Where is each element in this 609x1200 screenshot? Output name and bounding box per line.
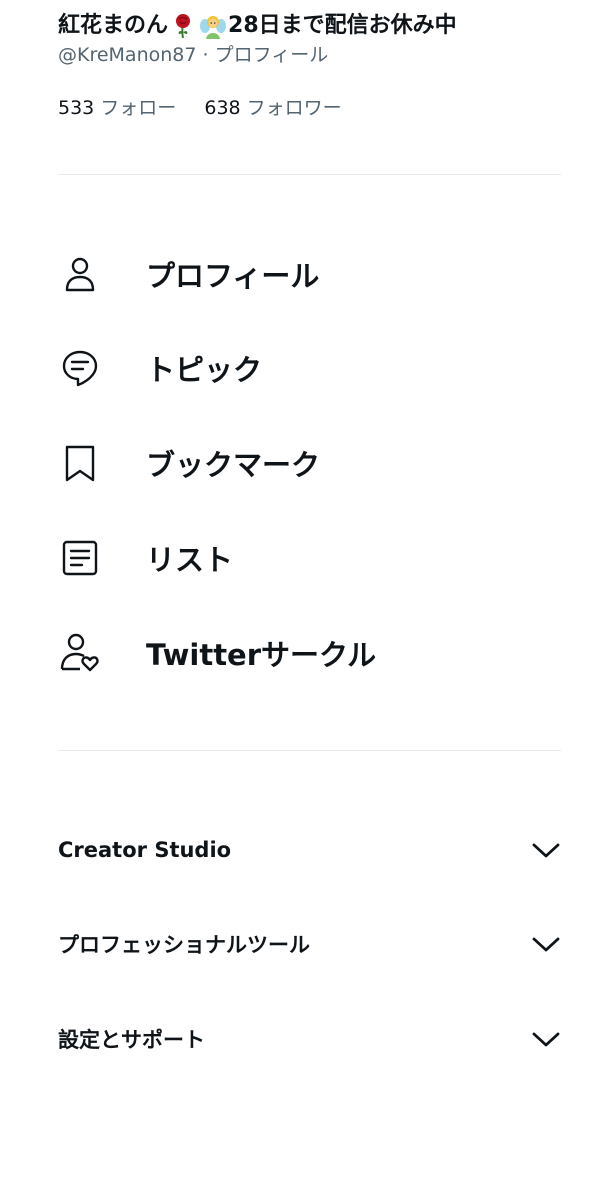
section-label-settings-support: 設定とサポート bbox=[58, 1028, 205, 1052]
following-label: フォロー bbox=[100, 97, 177, 119]
bookmark-icon bbox=[58, 441, 102, 485]
list-icon bbox=[58, 536, 102, 580]
chevron-down-icon[interactable] bbox=[531, 1024, 561, 1054]
handle[interactable]: @KreManon87 bbox=[58, 44, 196, 66]
menu-label-topics: トピック bbox=[146, 353, 263, 387]
section-creator-studio[interactable]: Creator Studio bbox=[58, 825, 561, 875]
person-icon bbox=[58, 252, 102, 296]
section-label-professional-tools: プロフェッショナルツール bbox=[58, 933, 310, 957]
following-link[interactable]: 533 フォロー bbox=[58, 97, 182, 119]
menu-item-profile[interactable]: プロフィール bbox=[58, 244, 561, 304]
following-count: 533 bbox=[58, 97, 95, 119]
display-name-part2: 28日まで配信お休み中 bbox=[228, 13, 457, 38]
followers-label: フォロワー bbox=[246, 97, 342, 119]
menu-item-lists[interactable]: リスト bbox=[58, 528, 561, 588]
menu-label-profile: プロフィール bbox=[146, 259, 320, 293]
menu-label-lists: リスト bbox=[146, 543, 234, 577]
section-label-creator-studio: Creator Studio bbox=[58, 838, 232, 862]
follow-stats: 533 フォロー 638 フォロワー bbox=[58, 94, 342, 122]
section-professional-tools[interactable]: プロフェッショナルツール bbox=[58, 919, 561, 969]
divider-top bbox=[58, 174, 561, 175]
section-settings-support[interactable]: 設定とサポート bbox=[58, 1014, 561, 1064]
chevron-down-icon[interactable] bbox=[531, 835, 561, 865]
menu-item-twitter-circle[interactable]: Twitterサークル bbox=[58, 623, 561, 683]
followers-count: 638 bbox=[204, 97, 241, 119]
menu-item-topics[interactable]: トピック bbox=[58, 338, 561, 398]
chevron-down-icon[interactable] bbox=[531, 929, 561, 959]
topic-icon bbox=[58, 346, 102, 390]
menu-label-bookmarks: ブックマーク bbox=[146, 448, 321, 482]
profile-link-text[interactable]: · プロフィール bbox=[196, 44, 329, 66]
rose-emoji-icon bbox=[170, 13, 196, 39]
fairy-emoji-icon bbox=[200, 13, 227, 39]
handle-line: @KreManon87 · プロフィール bbox=[58, 42, 578, 68]
divider-middle bbox=[58, 750, 561, 751]
profile-header: 紅花まのん 28日まで配信お休み中 @KreManon87 · プロフィール bbox=[58, 10, 578, 68]
followers-link[interactable]: 638 フォロワー bbox=[204, 97, 341, 119]
menu-item-bookmarks[interactable]: ブックマーク bbox=[58, 433, 561, 493]
menu-label-twitter-circle: Twitterサークル bbox=[146, 638, 377, 672]
circle-icon bbox=[58, 631, 102, 675]
display-name-part1: 紅花まのん bbox=[58, 13, 169, 38]
display-name[interactable]: 紅花まのん 28日まで配信お休み中 bbox=[58, 10, 578, 42]
